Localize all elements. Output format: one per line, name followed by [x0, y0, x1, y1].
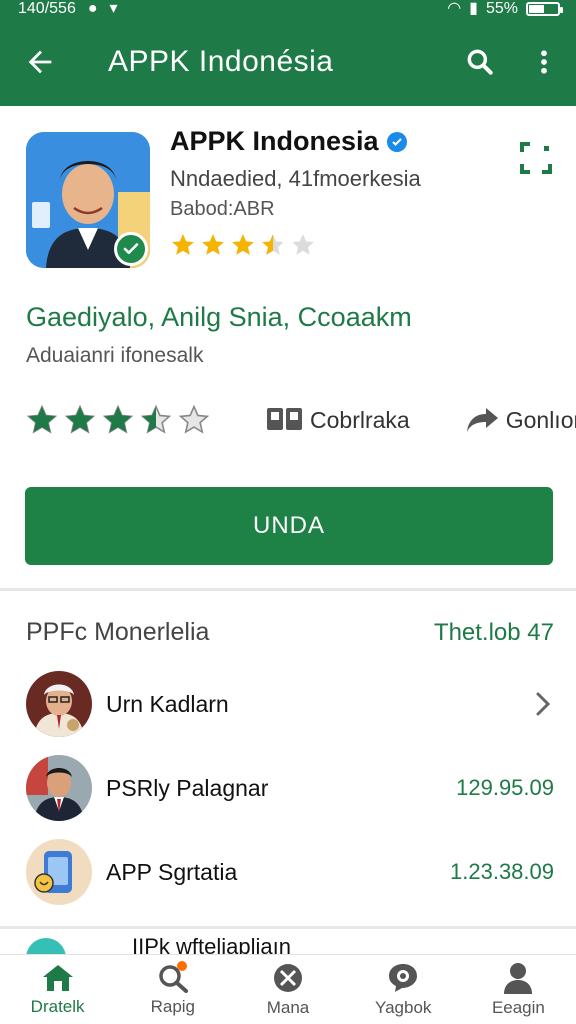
app-bar-title: APPK Indonésia	[108, 45, 334, 78]
compass-icon	[274, 963, 302, 992]
verified-check-icon	[114, 232, 148, 266]
list-item-label: IIPk wfteliapliaın	[132, 936, 291, 954]
more-vert-icon	[541, 50, 547, 74]
app-detail-screen: 140/556 ● ▾ ◠ ▮ 55% APPK Indonésia APPK …	[0, 0, 576, 1024]
nav-item-home[interactable]: Dratelk	[0, 955, 115, 1024]
list-item-value: 1.23.38.09	[450, 859, 554, 884]
bottom-navigation: Dratelk Rapig Mana Yagbok Eeagin	[0, 954, 576, 1024]
nav-item-chat[interactable]: Yagbok	[346, 955, 461, 1024]
nav-item-search[interactable]: Rapig	[115, 955, 230, 1024]
wifi-icon: ◠	[447, 0, 462, 17]
search-icon	[467, 49, 493, 75]
list-title: PPFc Monerlelia	[26, 618, 210, 646]
meta-item-reviews[interactable]: Cobrlraka	[266, 407, 410, 434]
star-icon	[26, 404, 58, 434]
more-options-button[interactable]	[512, 18, 576, 106]
app-name-text: APPK Indonesia	[170, 126, 379, 156]
avatar	[26, 671, 92, 737]
star-icon	[64, 404, 96, 434]
status-bar: 140/556 ● ▾ ◠ ▮ 55%	[0, 0, 576, 18]
star-icon	[172, 234, 194, 255]
person-icon	[504, 962, 533, 994]
app-header: APPK Indonesia Nndaedied, 41fmoerkesia B…	[0, 106, 576, 590]
nav-label: Dratelk	[30, 996, 85, 1016]
list-item-value: 129.95.09	[456, 775, 554, 800]
avatar	[26, 938, 66, 954]
nav-label: Mana	[266, 997, 310, 1017]
meta-row: Cobrlraka Gonlıorn	[26, 400, 576, 440]
star-icon	[140, 404, 172, 434]
search-button[interactable]	[448, 18, 512, 106]
list-see-all-link[interactable]: Thet.lob 47	[434, 619, 554, 647]
star-icon	[102, 404, 134, 434]
app-subtitle: Babod:ABR	[170, 198, 275, 220]
star-icon	[178, 404, 210, 434]
qr-scan-button[interactable]	[518, 140, 554, 176]
list-header: PPFc Monerlelia Thet.lob 47	[26, 618, 554, 647]
list-item-partial[interactable]: IIPk wfteliapliaın	[26, 936, 554, 954]
app-bar: APPK Indonésia	[0, 18, 576, 106]
meta-stars	[26, 404, 210, 436]
qr-scan-icon	[520, 142, 552, 174]
back-button[interactable]	[0, 18, 80, 106]
developer-name[interactable]: Nndaedied, 41fmoerkesia	[170, 166, 421, 192]
nav-label: Rapig	[150, 996, 196, 1016]
list-item[interactable]: PSRly Palagnar 129.95.09	[26, 752, 554, 824]
meta-item-2-label: Gonlıorn	[505, 406, 576, 433]
list-divider	[0, 926, 576, 929]
list-item[interactable]: Urn Kadlarn	[26, 668, 554, 740]
app-name: APPK Indonesia	[170, 126, 407, 157]
nav-label: Eeagin	[491, 997, 545, 1017]
notification-icon: ●	[87, 0, 98, 17]
share-arrow-icon	[466, 408, 498, 432]
nav-item-profile[interactable]: Eeagin	[461, 955, 576, 1024]
avatar	[26, 755, 92, 821]
star-icon	[232, 234, 254, 255]
home-icon	[42, 964, 73, 991]
reviews-icon	[267, 408, 302, 430]
chevron-icon: ▾	[109, 0, 118, 17]
app-tagline-sub: Aduaianri ifonesalk	[26, 344, 204, 367]
arrow-left-icon	[28, 50, 52, 74]
avatar	[26, 839, 92, 905]
list-item-label: Urn Kadlarn	[106, 690, 229, 717]
list-item-label: APP Sgrtatia	[106, 858, 238, 885]
battery-percent: 55%	[485, 0, 518, 17]
status-time: 140/556	[18, 0, 76, 17]
nav-item-explore[interactable]: Mana	[230, 955, 345, 1024]
app-tagline: Gaediyalo, Anilg Snia, Ccoaakm	[26, 302, 412, 332]
app-icon[interactable]	[26, 132, 150, 268]
rating-stars	[170, 232, 316, 258]
section-divider	[0, 588, 576, 591]
star-icon	[202, 234, 224, 255]
list-item-label: PSRly Palagnar	[106, 774, 269, 801]
star-icon	[262, 234, 284, 255]
list-item[interactable]: APP Sgrtatia 1.23.38.09	[26, 836, 554, 908]
chat-icon	[389, 963, 418, 992]
share-button[interactable]: Gonlıorn	[466, 406, 576, 434]
verified-badge-icon	[386, 131, 407, 152]
battery-icon	[526, 2, 563, 16]
star-icon	[292, 234, 314, 255]
chevron-right-icon	[536, 692, 551, 716]
nav-label: Yagbok	[375, 997, 432, 1017]
install-button[interactable]: UNDA	[25, 487, 553, 565]
meta-item-1-label: Cobrlraka	[310, 406, 410, 433]
signal-icon: ▮	[469, 0, 478, 17]
